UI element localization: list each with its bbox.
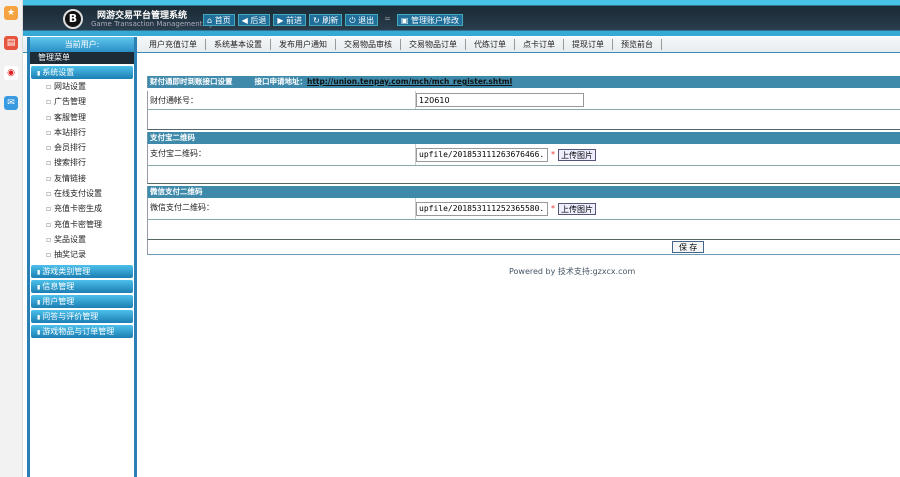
- nav-recharge-orders[interactable]: 用户充值订单: [141, 39, 206, 50]
- sidebar-item[interactable]: 友情链接: [30, 171, 134, 186]
- account-edit-label: 管理账户修改: [410, 16, 459, 25]
- tenpay-account-label: 财付通帐号：: [148, 91, 416, 109]
- home-button[interactable]: ⌂ 首页: [203, 14, 235, 26]
- wechat-upload-button[interactable]: 上传图片: [558, 202, 596, 215]
- refresh-button[interactable]: ↻ 刷新: [309, 14, 343, 26]
- tenpay-account-input[interactable]: [416, 93, 584, 107]
- logo: B 网游交易平台管理系统 Game Transaction Management…: [33, 7, 231, 31]
- forward-label: 前进: [286, 16, 303, 25]
- spacer-row: [147, 166, 900, 184]
- nav-basic-settings[interactable]: 系统基本设置: [206, 39, 271, 50]
- header: B 网游交易平台管理系统 Game Transaction Management…: [23, 0, 900, 36]
- group-qa-reviews[interactable]: 问答与评价管理: [31, 309, 133, 323]
- back-label: 后退: [250, 16, 267, 25]
- save-button[interactable]: 保 存: [672, 241, 705, 253]
- account-edit-button[interactable]: ▣ 管理账户修改: [396, 14, 463, 26]
- forward-button[interactable]: ▶ 前进: [273, 14, 307, 26]
- menu-title: 管理菜单: [30, 52, 134, 64]
- weibo-icon[interactable]: ◉: [4, 66, 18, 80]
- sidebar-item[interactable]: 客服管理: [30, 110, 134, 125]
- sidebar-item[interactable]: 搜索排行: [30, 155, 134, 170]
- back-button[interactable]: ◀ 后退: [237, 14, 271, 26]
- apply-link-label: 接口申请地址：: [254, 77, 308, 86]
- group-game-categories[interactable]: 游戏类别管理: [31, 264, 133, 278]
- home-label: 首页: [214, 16, 231, 25]
- sidebar-item[interactable]: 本站排行: [30, 125, 134, 140]
- current-user: 当前用户:: [30, 37, 134, 52]
- sidebar-item[interactable]: 网站设置: [30, 79, 134, 94]
- required-mark: *: [551, 150, 555, 159]
- nav-item-orders[interactable]: 交易物品订单: [401, 39, 466, 50]
- tenpay-register-link[interactable]: http://union.tenpay.com/mch/mch_register…: [307, 77, 512, 86]
- group-info[interactable]: 信息管理: [31, 279, 133, 293]
- alipay-upload-button[interactable]: 上传图片: [558, 148, 596, 161]
- wechat-section-header: 微信支付二维码: [147, 186, 900, 198]
- sidebar-item[interactable]: 充值卡密生成: [30, 201, 134, 216]
- group-users[interactable]: 用户管理: [31, 294, 133, 308]
- logout-label: 退出: [358, 16, 375, 25]
- nav-withdraw-orders[interactable]: 提现订单: [564, 39, 613, 50]
- nav-preview-site[interactable]: 预览前台: [613, 39, 662, 50]
- spacer-row: [147, 110, 900, 130]
- group-items-orders[interactable]: 游戏物品与订单管理: [31, 324, 133, 338]
- sidebar-item[interactable]: 会员排行: [30, 140, 134, 155]
- footer: Powered by 技术支持:gzxcx.com: [509, 267, 636, 276]
- sidebar: 当前用户: 管理菜单 系统设置 网站设置 广告管理 客服管理 本站排行 会员排行…: [27, 37, 137, 477]
- nav-item-review[interactable]: 交易物品审核: [336, 39, 401, 50]
- sidebar-item[interactable]: 在线支付设置: [30, 186, 134, 201]
- required-mark: *: [551, 204, 555, 213]
- sidebar-item[interactable]: 充值卡密管理: [30, 217, 134, 232]
- sidebar-item[interactable]: 广告管理: [30, 94, 134, 109]
- group-system-settings[interactable]: 系统设置: [31, 66, 133, 79]
- spacer-row: [147, 220, 900, 240]
- alipay-qr-label: 支付宝二维码：: [148, 144, 416, 165]
- mail-icon[interactable]: ✉: [4, 96, 18, 110]
- tenpay-section-header: 财付通即时到账接口设置 接口申请地址：http://union.tenpay.co…: [147, 76, 900, 88]
- nav-bar: 用户充值订单 系统基本设置 发布用户通知 交易物品审核 交易物品订单 代练订单 …: [23, 37, 900, 53]
- wechat-qr-input[interactable]: [416, 201, 548, 216]
- logo-badge: B: [63, 9, 83, 29]
- separator-icon: =: [384, 14, 391, 23]
- alipay-qr-input[interactable]: [416, 147, 548, 162]
- alipay-section-header: 支付宝二维码: [147, 132, 900, 144]
- tenpay-title: 财付通即时到账接口设置: [150, 77, 233, 86]
- nav-boosting-orders[interactable]: 代练订单: [466, 39, 515, 50]
- wechat-qr-label: 微信支付二维码：: [148, 198, 416, 219]
- refresh-label: 刷新: [322, 16, 339, 25]
- notes-icon[interactable]: ▤: [4, 36, 18, 50]
- logout-button[interactable]: ⏻ 退出: [345, 14, 379, 26]
- nav-user-notice[interactable]: 发布用户通知: [271, 39, 336, 50]
- sidebar-item[interactable]: 奖品设置: [30, 232, 134, 247]
- nav-card-orders[interactable]: 点卡订单: [515, 39, 564, 50]
- settings-form: 财付通即时到账接口设置 接口申请地址：http://union.tenpay.co…: [147, 76, 900, 255]
- star-icon[interactable]: ★: [4, 6, 18, 20]
- browser-dock: ★ ▤ ◉ ✉: [0, 0, 23, 477]
- sidebar-item[interactable]: 抽奖记录: [30, 247, 134, 262]
